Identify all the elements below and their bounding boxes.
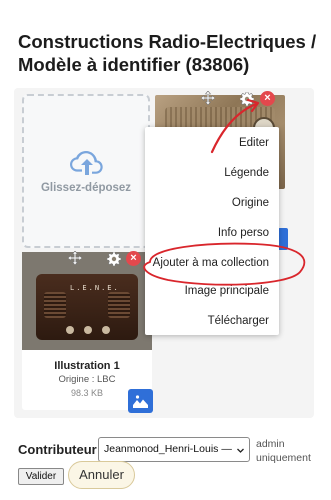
upload-dropzone[interactable]: Glissez-déposez <box>22 94 150 248</box>
card-origin: Origine : LBC <box>58 374 116 385</box>
annuler-button[interactable]: Annuler <box>68 461 135 489</box>
page-title: Constructions Radio-Electriques / Modèle… <box>18 31 317 75</box>
admin-note: admin uniquement <box>256 438 311 464</box>
dropzone-label: Glissez-déposez <box>40 182 132 194</box>
menu-item-image-principale[interactable]: Image principale <box>139 285 269 297</box>
radio-knob <box>66 326 74 334</box>
image-context-menu: Editer Légende Origine Info perso Ajoute… <box>145 127 279 335</box>
chevron-down-icon <box>237 448 244 453</box>
radio-brand-text: L.E.N.E. <box>70 284 120 292</box>
image-card-1: L.E.N.E. Illustration 1 Origine : LBC 98… <box>22 252 152 410</box>
contributor-label: Contributeur <box>18 442 97 457</box>
radio-body: L.E.N.E. <box>36 274 138 340</box>
delete-icon[interactable]: × <box>260 91 275 106</box>
menu-item-ajouter-collection[interactable]: Ajouter à ma collection <box>139 257 269 269</box>
speaker-right <box>108 292 130 318</box>
menu-item-info-perso[interactable]: Info perso <box>139 227 269 239</box>
radio-photo-1[interactable]: L.E.N.E. <box>22 252 152 350</box>
menu-item-editer[interactable]: Editer <box>139 137 269 149</box>
move-arrows-icon[interactable] <box>201 91 215 105</box>
image-button-1[interactable] <box>128 389 153 413</box>
speaker-left <box>44 292 66 318</box>
contributor-select[interactable]: Jeanmonod_Henri-Louis — <box>98 437 250 462</box>
radio-knob <box>102 326 110 334</box>
valider-button[interactable]: Valider <box>18 468 64 485</box>
contributor-value: Jeanmonod_Henri-Louis — <box>104 443 232 455</box>
cloud-upload-icon <box>70 151 103 175</box>
page: Constructions Radio-Electriques / Modèle… <box>0 0 331 500</box>
gear-icon[interactable] <box>107 252 121 266</box>
image-icon <box>133 395 148 408</box>
menu-item-origine[interactable]: Origine <box>139 197 269 209</box>
radio-knob <box>84 326 92 334</box>
card-name: Illustration 1 <box>54 360 120 372</box>
image-button-2[interactable] <box>278 228 288 250</box>
menu-item-legende[interactable]: Légende <box>139 167 269 179</box>
gear-icon[interactable] <box>240 92 254 106</box>
menu-item-telecharger[interactable]: Télécharger <box>139 315 269 327</box>
move-arrows-icon[interactable] <box>68 251 82 265</box>
